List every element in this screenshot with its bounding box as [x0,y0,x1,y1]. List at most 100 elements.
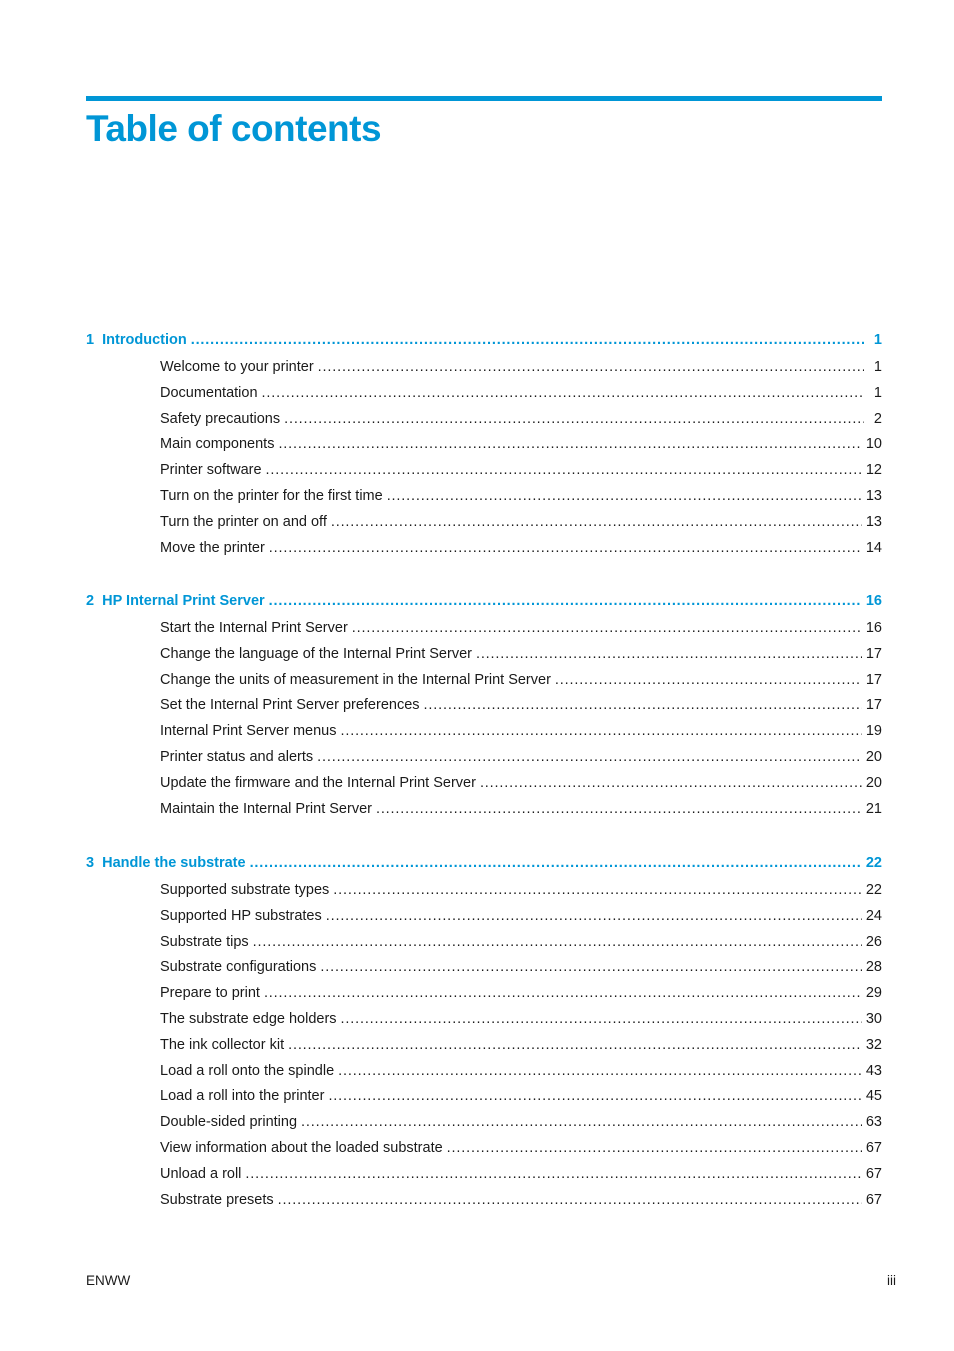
toc-section-entry[interactable]: Printer status and alerts 20 [160,748,882,766]
section-title: Load a roll onto the spindle [160,1062,335,1079]
dot-leader [266,461,862,479]
toc-section-entry[interactable]: Welcome to your printer 1 [160,358,882,376]
section-page-number: 10 [865,436,882,453]
toc-chapter-entry[interactable]: 1 Introduction 1 [86,331,882,349]
toc-section-entry[interactable]: The substrate edge holders 30 [160,1010,882,1028]
section-page-number: 17 [865,671,882,688]
section-page-number: 13 [865,513,882,530]
section-page-number: 12 [865,462,882,479]
toc-section-entry[interactable]: Unload a roll 67 [160,1165,882,1183]
section-title: Start the Internal Print Server [160,620,348,636]
toc-section-entry[interactable]: Internal Print Server menus 19 [160,722,882,740]
dot-leader [480,774,862,792]
section-title: Turn on the printer for the first time [160,488,383,504]
section-page-number: 16 [865,620,882,636]
toc-section-entry[interactable]: Load a roll onto the spindle 43 [160,1062,882,1080]
section-page-number: 45 [865,1088,882,1105]
dot-leader [253,933,862,951]
section-page-number: 24 [865,907,882,924]
section-title: Substrate configurations [160,959,317,976]
toc-section-entry[interactable]: Substrate configurations 28 [160,958,882,976]
section-title: Maintain the Internal Print Server [160,800,372,817]
section-title: Supported substrate types [160,882,330,898]
section-title: Load a roll into the printer [160,1088,325,1105]
dot-leader [264,984,862,1002]
toc-section-entry[interactable]: Maintain the Internal Print Server 21 [160,800,882,818]
section-title: Internal Print Server menus [160,723,337,740]
toc-section-entry[interactable]: Substrate tips 26 [160,933,882,951]
toc-section-entry[interactable]: Set the Internal Print Server preference… [160,696,882,714]
section-page-number: 1 [873,384,882,401]
section-title: Safety precautions [160,410,281,427]
toc-section-entry[interactable]: Supported substrate types 22 [160,881,882,899]
section-page-number: 2 [873,410,882,427]
dot-leader [376,800,862,818]
section-title: Substrate presets [160,1191,274,1208]
toc-section-entry[interactable]: Substrate presets 67 [160,1191,882,1209]
section-page-number: 22 [865,882,882,898]
chapter-page-number: 1 [873,332,882,348]
chapter-title: 3 Handle the substrate [86,855,246,871]
toc-section-entry[interactable]: Move the printer 14 [160,539,882,557]
footer-page-number: iii [887,1273,896,1288]
chapter-title: 2 HP Internal Print Server [86,593,265,609]
dot-leader [245,1165,861,1183]
toc-section-entry[interactable]: Prepare to print 29 [160,984,882,1002]
toc-chapter-entry[interactable]: 3 Handle the substrate 22 [86,854,882,872]
section-page-number: 14 [865,539,882,556]
toc-chapter-entry[interactable]: 2 HP Internal Print Server 16 [86,592,882,610]
section-title: Main components [160,436,275,453]
dot-leader [284,410,864,428]
toc-section-entry[interactable]: Load a roll into the printer 45 [160,1087,882,1105]
dot-leader [338,1062,862,1080]
toc-section-entry[interactable]: Documentation 1 [160,384,882,402]
section-page-number: 43 [865,1062,882,1079]
dot-leader [331,513,862,531]
section-title: The ink collector kit [160,1036,285,1053]
section-page-number: 67 [865,1165,882,1182]
dot-leader [318,358,864,376]
section-title: Update the firmware and the Internal Pri… [160,774,476,791]
section-title: Change the units of measurement in the I… [160,671,551,688]
dot-leader [333,881,862,899]
footer-locale-code: ENWW [86,1273,131,1288]
section-title: Prepare to print [160,985,260,1002]
section-title: View information about the loaded substr… [160,1140,443,1156]
dot-leader [320,958,861,976]
dot-leader [341,722,862,740]
dot-leader [269,592,862,610]
section-page-number: 67 [865,1191,882,1208]
dot-leader [301,1113,862,1131]
toc-section-entry[interactable]: The ink collector kit 32 [160,1036,882,1054]
section-page-number: 30 [865,1011,882,1027]
section-page-number: 28 [865,959,882,976]
toc-section-entry[interactable]: Update the firmware and the Internal Pri… [160,774,882,792]
section-page-number: 17 [865,645,882,662]
dot-leader [328,1087,861,1105]
dot-leader [476,645,862,663]
toc-section-entry[interactable]: Double-sided printing 63 [160,1113,882,1131]
chapter-page-number: 22 [865,855,882,871]
section-page-number: 26 [865,933,882,950]
section-title: The substrate edge holders [160,1011,337,1027]
section-title: Printer software [160,462,262,479]
section-title: Supported HP substrates [160,907,322,924]
toc-section-entry[interactable]: Turn the printer on and off 13 [160,513,882,531]
section-page-number: 29 [865,985,882,1002]
toc-section-entry[interactable]: Main components 10 [160,435,882,453]
toc-section-entry[interactable]: Turn on the printer for the first time 13 [160,487,882,505]
dot-leader [278,435,861,453]
section-title: Unload a roll [160,1165,242,1182]
toc-section-entry[interactable]: View information about the loaded substr… [160,1139,882,1157]
chapter-page-number: 16 [865,593,882,609]
section-page-number: 13 [865,488,882,504]
chapter-title: 1 Introduction [86,332,187,348]
toc-section-entry[interactable]: Printer software 12 [160,461,882,479]
toc-section-entry[interactable]: Change the units of measurement in the I… [160,671,882,689]
section-title: Set the Internal Print Server preference… [160,697,420,714]
toc-section-entry[interactable]: Safety precautions 2 [160,410,882,428]
toc-section-entry[interactable]: Change the language of the Internal Prin… [160,645,882,663]
page-title: Table of contents [86,108,382,149]
toc-section-entry[interactable]: Start the Internal Print Server 16 [160,619,882,637]
toc-section-entry[interactable]: Supported HP substrates 24 [160,907,882,925]
